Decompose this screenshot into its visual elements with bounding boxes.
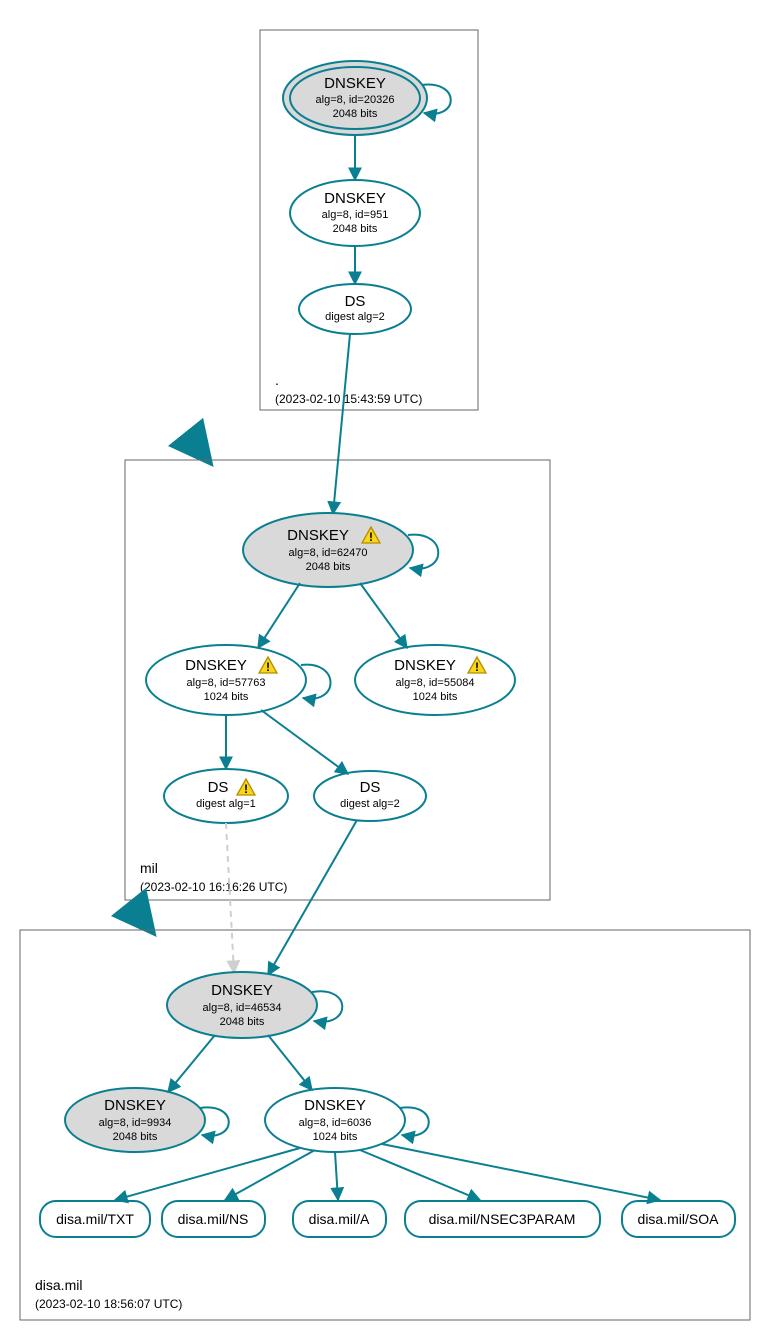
edge <box>168 1035 215 1092</box>
edge <box>335 1152 338 1200</box>
zone-root-ts: (2023-02-10 15:43:59 UTC) <box>275 392 422 406</box>
svg-text:DNSKEY: DNSKEY <box>211 982 273 999</box>
edge <box>360 583 407 648</box>
zone-disa-ts: (2023-02-10 18:56:07 UTC) <box>35 1297 182 1311</box>
svg-text:DS: DS <box>360 779 381 796</box>
svg-text:DS: DS <box>345 293 366 310</box>
zone-link <box>135 910 151 930</box>
svg-text:2048 bits: 2048 bits <box>333 223 378 235</box>
svg-text:1024 bits: 1024 bits <box>413 691 458 703</box>
edge <box>258 583 300 648</box>
svg-text:DNSKEY: DNSKEY <box>304 1097 366 1114</box>
node-disa-zsk: DNSKEY alg=8, id=6036 1024 bits <box>265 1088 405 1152</box>
svg-text:DNSKEY: DNSKEY <box>324 75 386 92</box>
svg-text:alg=8, id=951: alg=8, id=951 <box>322 209 389 221</box>
edge <box>261 710 348 774</box>
zone-root-label: . <box>275 372 279 388</box>
svg-text:disa.mil/SOA: disa.mil/SOA <box>638 1211 720 1227</box>
node-root-ksk: DNSKEY alg=8, id=20326 2048 bits <box>283 61 427 135</box>
svg-text:alg=8, id=9934: alg=8, id=9934 <box>99 1117 172 1129</box>
zone-mil-ts: (2023-02-10 16:16:26 UTC) <box>140 880 287 894</box>
svg-text:DNSKEY: DNSKEY <box>394 657 456 674</box>
svg-text:alg=8, id=20326: alg=8, id=20326 <box>316 94 395 106</box>
svg-text:DNSKEY: DNSKEY <box>104 1097 166 1114</box>
record-ns: disa.mil/NS <box>162 1201 265 1237</box>
record-a: disa.mil/A <box>293 1201 386 1237</box>
svg-text:alg=8, id=46534: alg=8, id=46534 <box>203 1002 282 1014</box>
svg-text:2048 bits: 2048 bits <box>220 1016 265 1028</box>
svg-text:digest alg=2: digest alg=2 <box>325 311 385 323</box>
svg-text:DS: DS <box>208 779 229 796</box>
node-mil-ksk: DNSKEY alg=8, id=62470 2048 bits ! <box>243 513 413 587</box>
dnssec-diagram: . (2023-02-10 15:43:59 UTC) DNSKEY alg=8… <box>0 0 768 1344</box>
edge <box>360 1150 480 1200</box>
svg-text:DNSKEY: DNSKEY <box>287 527 349 544</box>
edge-dashed <box>226 823 234 973</box>
node-disa-ksk: DNSKEY alg=8, id=46534 2048 bits <box>167 972 317 1038</box>
svg-text:disa.mil/A: disa.mil/A <box>309 1211 370 1227</box>
svg-text:disa.mil/NSEC3PARAM: disa.mil/NSEC3PARAM <box>429 1211 576 1227</box>
svg-text:DNSKEY: DNSKEY <box>185 657 247 674</box>
edge <box>268 1035 312 1090</box>
zone-mil-label: mil <box>140 860 158 876</box>
zone-disa-label: disa.mil <box>35 1277 82 1293</box>
svg-text:!: ! <box>266 660 270 674</box>
record-nsec3param: disa.mil/NSEC3PARAM <box>405 1201 600 1237</box>
record-soa: disa.mil/SOA <box>622 1201 735 1237</box>
svg-text:disa.mil/TXT: disa.mil/TXT <box>56 1211 134 1227</box>
svg-text:alg=8, id=55084: alg=8, id=55084 <box>396 677 475 689</box>
svg-text:2048 bits: 2048 bits <box>306 561 351 573</box>
edge <box>225 1150 315 1200</box>
svg-text:DNSKEY: DNSKEY <box>324 190 386 207</box>
node-mil-zsk1: DNSKEY alg=8, id=57763 1024 bits ! <box>146 645 306 715</box>
svg-text:!: ! <box>475 660 479 674</box>
zone-link <box>192 440 208 460</box>
svg-text:1024 bits: 1024 bits <box>204 691 249 703</box>
edge <box>333 334 350 514</box>
edge <box>382 1144 660 1200</box>
edge <box>268 820 357 975</box>
svg-text:disa.mil/NS: disa.mil/NS <box>178 1211 249 1227</box>
node-disa-key2: DNSKEY alg=8, id=9934 2048 bits <box>65 1088 205 1152</box>
svg-text:!: ! <box>244 782 248 796</box>
svg-text:digest alg=1: digest alg=1 <box>196 798 256 810</box>
node-mil-ds2: DS digest alg=2 <box>314 771 426 821</box>
svg-text:!: ! <box>369 530 373 544</box>
record-txt: disa.mil/TXT <box>40 1201 150 1237</box>
svg-text:2048 bits: 2048 bits <box>113 1131 158 1143</box>
node-mil-zsk2: DNSKEY alg=8, id=55084 1024 bits ! <box>355 645 515 715</box>
svg-text:digest alg=2: digest alg=2 <box>340 798 400 810</box>
svg-text:alg=8, id=57763: alg=8, id=57763 <box>187 677 266 689</box>
node-root-zsk: DNSKEY alg=8, id=951 2048 bits <box>290 180 420 246</box>
node-root-ds: DS digest alg=2 <box>299 284 411 334</box>
svg-text:2048 bits: 2048 bits <box>333 108 378 120</box>
svg-text:1024 bits: 1024 bits <box>313 1131 358 1143</box>
svg-text:alg=8, id=62470: alg=8, id=62470 <box>289 547 368 559</box>
node-mil-ds1: DS digest alg=1 ! <box>164 769 288 823</box>
svg-text:alg=8, id=6036: alg=8, id=6036 <box>299 1117 372 1129</box>
